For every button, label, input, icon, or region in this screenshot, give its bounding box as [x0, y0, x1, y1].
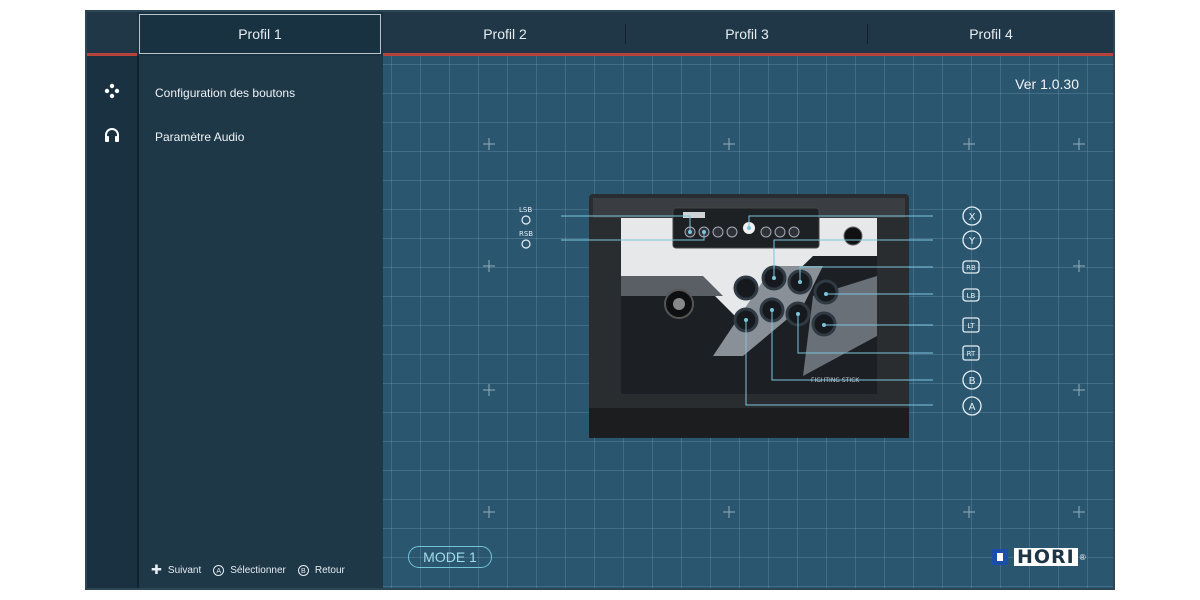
- y-label: Y: [968, 236, 976, 247]
- rt-label: RT: [967, 350, 976, 358]
- lsb-label: LSB: [519, 206, 532, 214]
- b-button-icon: B: [297, 564, 309, 576]
- mode-button[interactable]: MODE 1: [408, 546, 492, 568]
- fight-stick-device: FIGHTING STICK: [589, 194, 909, 438]
- tab-profil-4[interactable]: Profil 4: [869, 12, 1113, 56]
- rb-label: RB: [966, 264, 976, 272]
- tab-profil-2[interactable]: Profil 2: [385, 12, 625, 56]
- controls-hint-bar: ✚ Suivant A Sélectionner B Retour: [151, 562, 345, 578]
- lb-label: LB: [967, 292, 976, 300]
- registered-mark: ®: [1079, 552, 1086, 562]
- right-button-labels: X Y RB LB LT RT B A: [966, 212, 976, 413]
- icon-rail: [87, 56, 139, 588]
- dpad-icon: ✚: [151, 562, 162, 577]
- app-window: Profil 1 Profil 2 Profil 3 Profil 4 Conf…: [85, 10, 1115, 590]
- tab-divider: [625, 24, 626, 44]
- hint-next: Suivant: [167, 564, 202, 576]
- rsb-label: RSB: [519, 230, 533, 238]
- button-mapping-canvas: Ver 1.0.30 FIGHTING STICK LSB RSB X Y RB…: [383, 56, 1113, 588]
- headphones-icon[interactable]: [101, 124, 123, 146]
- hori-logo-text: HORI: [1014, 548, 1078, 567]
- menu-item-button-config[interactable]: Configuration des boutons: [155, 86, 295, 100]
- a-button-icon: A: [213, 564, 225, 576]
- settings-menu: Configuration des boutons Paramètre Audi…: [139, 56, 384, 588]
- hint-back: Retour: [314, 564, 345, 576]
- tab-profil-3[interactable]: Profil 3: [627, 12, 867, 56]
- hint-select: Sélectionner: [230, 564, 286, 576]
- tab-divider: [867, 24, 868, 44]
- a-label: A: [969, 402, 976, 413]
- menu-item-audio[interactable]: Paramètre Audio: [155, 130, 244, 144]
- lsb-icon: [521, 215, 531, 225]
- profile-tabbar: Profil 1 Profil 2 Profil 3 Profil 4: [87, 12, 1113, 56]
- hori-logo: HORI ®: [992, 546, 1088, 568]
- gamepad-icon[interactable]: [101, 80, 123, 102]
- fight-stick-diagram: FIGHTING STICK LSB RSB X Y RB LB LT RT B…: [483, 138, 1085, 518]
- tab-profil-1[interactable]: Profil 1: [137, 12, 383, 56]
- b-label: B: [969, 376, 976, 387]
- left-stick-labels: LSB RSB: [519, 206, 533, 249]
- hori-logo-mark: [992, 549, 1008, 565]
- x-label: X: [969, 212, 976, 223]
- lt-label: LT: [967, 322, 975, 330]
- rsb-icon: [521, 239, 531, 249]
